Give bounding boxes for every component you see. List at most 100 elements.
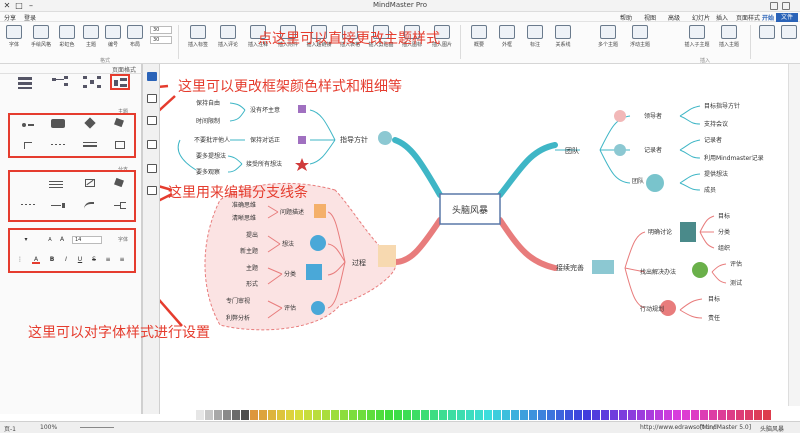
branch-process-label[interactable]: 过程 (352, 258, 366, 267)
node-clarify-discussion[interactable]: 明确讨论 (648, 228, 672, 236)
color-swatch[interactable] (412, 410, 420, 420)
node-recorder-child[interactable]: 记录者 (704, 136, 722, 144)
branch-followup-label[interactable]: 接续完善 (556, 263, 584, 272)
node-no-bad-ideas[interactable]: 没有坏主意 (250, 106, 280, 114)
status-sheet-name[interactable]: 头脑风暴 (760, 424, 784, 433)
ribbon-insert-subtopic-button[interactable]: 插入子主题 (684, 25, 710, 55)
topic-line-dash-icon[interactable] (50, 140, 66, 150)
node-keep-free[interactable]: 保持自由 (196, 99, 220, 107)
color-swatch[interactable] (241, 410, 249, 420)
zoom-level[interactable]: 100% (40, 424, 57, 431)
color-swatch[interactable] (583, 410, 591, 420)
color-swatch[interactable] (466, 410, 474, 420)
page-tab-label[interactable]: 页-1 (4, 424, 16, 433)
ribbon-boundary-button[interactable]: 外框 (496, 25, 518, 55)
ribbon-layout-button[interactable]: 布局 (126, 25, 144, 55)
node-form[interactable]: 形式 (246, 280, 258, 288)
color-swatch[interactable] (223, 410, 231, 420)
tab-file[interactable]: 文件 (776, 13, 798, 22)
node-goal[interactable]: 目标 (708, 295, 720, 303)
color-swatch[interactable] (331, 410, 339, 420)
tab-slides[interactable]: 幻灯片 (692, 13, 710, 22)
color-swatch[interactable] (502, 410, 510, 420)
central-topic-label[interactable]: 头脑风暴 (452, 204, 488, 216)
align-center-icon[interactable]: ≡ (104, 256, 112, 264)
node-action-plan[interactable]: 行动规划 (640, 305, 664, 313)
branch-guidelines-label[interactable]: 指导方针 (340, 135, 368, 144)
color-swatch[interactable] (529, 410, 537, 420)
branch-connector-icon[interactable] (112, 200, 128, 210)
history-tab-icon[interactable] (147, 186, 157, 195)
color-swatch[interactable] (493, 410, 501, 420)
ribbon-insert-tag-button[interactable]: 插入标签 (186, 25, 210, 55)
font-color-button[interactable]: A (32, 256, 40, 264)
color-swatch[interactable] (214, 410, 222, 420)
color-swatch[interactable] (556, 410, 564, 420)
color-swatch[interactable] (358, 410, 366, 420)
color-swatch[interactable] (196, 410, 204, 420)
share-button[interactable]: 分享 (4, 13, 16, 22)
color-swatch[interactable] (340, 410, 348, 420)
color-swatch[interactable] (619, 410, 627, 420)
color-swatch[interactable] (268, 410, 276, 420)
node-propose[interactable]: 提出 (246, 231, 258, 239)
node-evaluate[interactable]: 评估 (284, 304, 296, 312)
clipart-tab-icon[interactable] (147, 140, 157, 149)
node-problem-description[interactable]: 问题描述 (280, 208, 304, 216)
color-swatch[interactable] (727, 410, 735, 420)
node-classify[interactable]: 分类 (284, 270, 296, 278)
color-swatch[interactable] (484, 410, 492, 420)
color-swatch[interactable] (538, 410, 546, 420)
color-swatch[interactable] (349, 410, 357, 420)
icon-tab-icon[interactable] (147, 116, 157, 125)
italic-button[interactable]: I (62, 256, 70, 264)
layout-list-icon[interactable] (16, 74, 36, 90)
color-swatch[interactable] (313, 410, 321, 420)
color-swatch[interactable] (448, 410, 456, 420)
node-accurate-thinking[interactable]: 准确思维 (232, 201, 256, 209)
color-swatch[interactable] (322, 410, 330, 420)
topic-shape-rect-icon[interactable] (50, 118, 66, 128)
node-test[interactable]: 测试 (730, 279, 742, 287)
ribbon-multiple-topics-button[interactable]: 多个主题 (596, 25, 620, 55)
node-support-meeting[interactable]: 支持会议 (704, 120, 728, 128)
outline-tab-icon[interactable] (147, 164, 157, 173)
tab-help[interactable]: 帮助 (620, 13, 632, 22)
node-accept-all[interactable]: 接受所有想法 (246, 160, 282, 168)
node-more-ideas[interactable]: 要多提想法 (196, 152, 226, 160)
node-organize[interactable]: 组织 (718, 244, 730, 252)
vertical-scrollbar[interactable] (788, 64, 800, 406)
color-swatch[interactable] (259, 410, 267, 420)
topic-corner-icon[interactable] (20, 140, 36, 150)
node-topic[interactable]: 主题 (246, 264, 258, 272)
color-swatch[interactable] (376, 410, 384, 420)
color-swatch[interactable] (475, 410, 483, 420)
ribbon-callout-button[interactable]: 标注 (524, 25, 546, 55)
ribbon-floating-topic-button[interactable]: 浮动主题 (628, 25, 652, 55)
ribbon-relationship-button[interactable]: 关系线 (552, 25, 574, 55)
node-record-with-mindmaster[interactable]: 利用Mindmaster记录 (704, 154, 764, 162)
topic-shape-diamond-icon[interactable] (82, 117, 98, 129)
branch-arrow-end-icon[interactable] (50, 200, 66, 210)
ribbon-insert-topic-button[interactable]: 插入主题 (716, 25, 742, 55)
font-family-dropdown-icon[interactable]: ▾ (22, 236, 30, 244)
save-icon[interactable] (770, 2, 778, 10)
color-palette-bar[interactable] (196, 409, 800, 421)
node-category[interactable]: 分类 (718, 228, 730, 236)
color-swatch[interactable] (250, 410, 258, 420)
node-responsibility[interactable]: 责任 (708, 314, 720, 322)
color-swatch[interactable] (439, 410, 447, 420)
color-swatch[interactable] (601, 410, 609, 420)
color-swatch[interactable] (682, 410, 690, 420)
tab-page-style[interactable]: 页面样式 (736, 13, 760, 22)
color-swatch[interactable] (511, 410, 519, 420)
node-goal-guide[interactable]: 目标指导方针 (704, 102, 740, 110)
node-time-limit[interactable]: 时间限制 (196, 117, 220, 125)
color-swatch[interactable] (403, 410, 411, 420)
ribbon-numbering-button[interactable]: 编号 (104, 25, 122, 55)
tab-advanced[interactable]: 高级 (668, 13, 680, 22)
ribbon-cut-button[interactable] (780, 25, 798, 55)
topic-style-box-icon[interactable] (112, 140, 128, 150)
ribbon-handdrawn-button[interactable]: 手绘风格 (30, 25, 52, 55)
color-swatch[interactable] (565, 410, 573, 420)
